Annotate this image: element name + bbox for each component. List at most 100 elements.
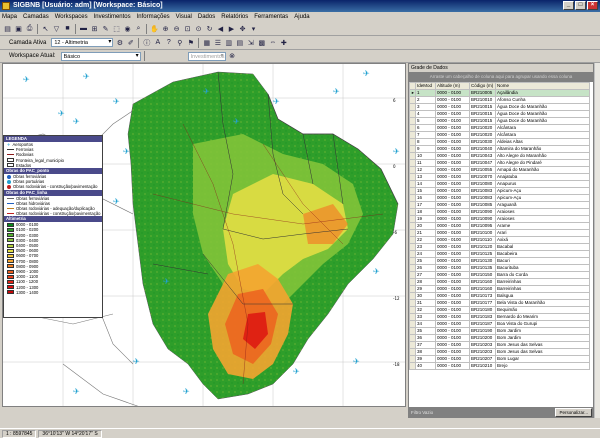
back-icon[interactable]: ◀ <box>216 24 225 33</box>
table-cell[interactable]: BR210005 <box>469 89 496 97</box>
table-cell[interactable]: 0000 - 0100 <box>435 173 470 181</box>
ruler-icon[interactable]: ▬ <box>79 24 88 33</box>
chart-icon[interactable]: ▥ <box>224 38 233 47</box>
column-header-idemod[interactable]: IdeMod <box>415 82 436 90</box>
table-cell[interactable]: BR210160 <box>469 278 496 286</box>
table-cell[interactable]: Bom Jesus das Selvas <box>495 348 590 356</box>
table-cell[interactable]: 5 <box>415 117 436 125</box>
menu-mapa[interactable]: Mapa <box>2 12 17 22</box>
table-cell[interactable]: Anapurus <box>495 180 590 188</box>
table-row[interactable]: 5 0000 - 0100 BR210015 Água Doce do Maranhã… <box>409 117 590 125</box>
table-cell[interactable]: 37 <box>415 341 436 349</box>
table-cell[interactable]: BR210180 <box>469 306 496 314</box>
table-cell[interactable]: Arari <box>495 229 590 237</box>
table-cell[interactable]: BR210055 <box>469 166 496 174</box>
clear-icon[interactable]: ⊗ <box>228 52 237 61</box>
table-cell[interactable]: 24 <box>415 250 436 258</box>
table-cell[interactable]: Afonso Cunha <box>495 96 590 104</box>
table-cell[interactable]: 34 <box>415 320 436 328</box>
table-cell[interactable]: 0000 - 0100 <box>435 131 470 139</box>
table-cell[interactable]: 38 <box>415 348 436 356</box>
table-cell[interactable]: 16 <box>415 194 436 202</box>
table-row[interactable]: 22 0000 - 0100 BR210110 Axixá <box>409 236 590 244</box>
table-cell[interactable]: Altamira do Maranhão <box>495 145 590 153</box>
table-cell[interactable]: 39 <box>415 355 436 363</box>
table-row[interactable]: 12 0000 - 0100 BR210055 Amapá do Maranhão <box>409 166 590 174</box>
column-header-codigo[interactable]: Código (m) <box>469 82 496 90</box>
table-cell[interactable]: BR210160 <box>469 285 496 293</box>
table-cell[interactable]: BR210187 <box>469 320 496 328</box>
table-cell[interactable]: Água Doce do Maranhão <box>495 117 590 125</box>
table-cell[interactable]: BR210100 <box>469 229 496 237</box>
table-cell[interactable]: Bernardo do Mearim <box>495 313 590 321</box>
table-cell[interactable]: BR210130 <box>469 257 496 265</box>
pan-icon[interactable]: ✋ <box>150 24 159 33</box>
bookmark-icon[interactable]: ⚑ <box>186 38 195 47</box>
table-cell[interactable]: BR210015 <box>469 117 496 125</box>
table-cell[interactable]: Aldeias Altas <box>495 138 590 146</box>
table-row[interactable]: 35 0000 - 0100 BR210190 Bom Jardim <box>409 327 590 335</box>
table-cell[interactable]: 0000 - 0100 <box>435 110 470 118</box>
table-cell[interactable]: 0000 - 0100 <box>435 348 470 356</box>
menu-workspaces[interactable]: Workspaces <box>55 12 88 22</box>
table-cell[interactable]: 31 <box>415 299 436 307</box>
folder-icon[interactable]: ▤ <box>3 24 12 33</box>
table-cell[interactable]: 4 <box>415 110 436 118</box>
table-cell[interactable]: 0000 - 0100 <box>435 271 470 279</box>
table-row[interactable]: 3 0000 - 0100 BR210015 Água Doce do Maranhã… <box>409 103 590 111</box>
table-cell[interactable]: Axixá <box>495 236 590 244</box>
table-row[interactable]: 4 0000 - 0100 BR210015 Água Doce do Maranhã… <box>409 110 590 118</box>
table-row[interactable]: 25 0000 - 0100 BR210130 Bacuri <box>409 257 590 265</box>
table-row[interactable]: 20 0000 - 0100 BR210095 Arame <box>409 222 590 230</box>
table-cell[interactable]: 13 <box>415 173 436 181</box>
close-button[interactable]: × <box>587 1 598 10</box>
table-cell[interactable]: Araioses <box>495 215 590 223</box>
table-cell[interactable]: 0000 - 0100 <box>435 313 470 321</box>
table-cell[interactable]: BR210030 <box>469 138 496 146</box>
table-cell[interactable]: 0000 - 0100 <box>435 89 470 97</box>
save-icon[interactable]: ▣ <box>14 24 23 33</box>
table-cell[interactable]: Água Doce do Maranhão <box>495 110 590 118</box>
report-icon[interactable]: ▤ <box>235 38 244 47</box>
table-cell[interactable]: 25 <box>415 257 436 265</box>
menu-ajuda[interactable]: Ajuda <box>294 12 309 22</box>
select-icon[interactable]: ⬚ <box>112 24 121 33</box>
identify-icon[interactable]: ? <box>164 38 173 47</box>
table-row[interactable]: 7 0000 - 0100 BR210020 Alcântara <box>409 131 590 139</box>
table-cell[interactable]: BR210020 <box>469 124 496 132</box>
table-row[interactable]: 29 0000 - 0100 BR210160 Barreirinhas <box>409 285 590 293</box>
table-row[interactable]: 31 0000 - 0100 BR210177 Bela Vista do Maran… <box>409 299 590 307</box>
table-cell[interactable]: Alto Alegre do Maranhão <box>495 152 590 160</box>
table-cell[interactable]: 0000 - 0100 <box>435 306 470 314</box>
table-row[interactable]: 19 0000 - 0100 BR210090 Araioses <box>409 215 590 223</box>
table-row[interactable]: 34 0000 - 0100 BR210187 Boa Vista do Gurupi <box>409 320 590 328</box>
table-cell[interactable]: 0000 - 0100 <box>435 103 470 111</box>
table-cell[interactable]: BR210020 <box>469 131 496 139</box>
table-row[interactable]: 27 0000 - 0100 BR210150 Barra do Corda <box>409 271 590 279</box>
table-cell[interactable]: 0000 - 0100 <box>435 145 470 153</box>
table-cell[interactable]: 7 <box>415 131 436 139</box>
table-row[interactable]: 24 0000 - 0100 BR210125 Bacabeira <box>409 250 590 258</box>
table-cell[interactable]: 12 <box>415 166 436 174</box>
table-cell[interactable]: BR210183 <box>469 313 496 321</box>
menu-visual[interactable]: Visual <box>176 12 192 22</box>
column-header-altitude[interactable]: Altitude (m) <box>435 82 470 90</box>
table-cell[interactable]: 0000 - 0100 <box>435 285 470 293</box>
dropdown-icon[interactable]: ▾ <box>249 24 258 33</box>
table-cell[interactable]: Bacurituba <box>495 264 590 272</box>
table-cell[interactable]: 0000 - 0100 <box>435 117 470 125</box>
table-cell[interactable]: Barreirinhas <box>495 285 590 293</box>
zoom-box-icon[interactable]: ⊡ <box>183 24 192 33</box>
list-icon[interactable]: ☰ <box>213 38 222 47</box>
properties-icon[interactable]: ⚙ <box>115 38 124 47</box>
table-row[interactable]: 38 0000 - 0100 BR210203 Bom Jesus das Selva… <box>409 348 590 356</box>
table-cell[interactable]: 22 <box>415 236 436 244</box>
zoom-in-icon[interactable]: ⊕ <box>161 24 170 33</box>
edit-icon[interactable]: ✎ <box>101 24 110 33</box>
table-cell[interactable]: Alto Alegre do Pindaré <box>495 159 590 167</box>
table-row[interactable]: 17 0000 - 0100 BR210085 Araguanã <box>409 201 590 209</box>
customize-button[interactable]: Personalizar... <box>555 408 592 417</box>
hyperlink-icon[interactable]: ⚲ <box>175 38 184 47</box>
table-cell[interactable]: 0000 - 0100 <box>435 327 470 335</box>
table-cell[interactable]: 8 <box>415 138 436 146</box>
